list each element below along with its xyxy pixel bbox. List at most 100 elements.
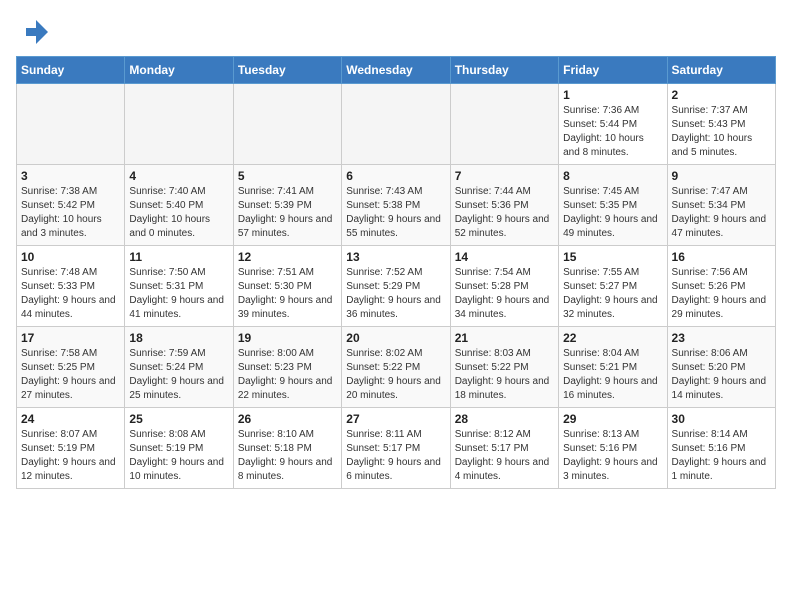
day-number: 15 bbox=[563, 250, 662, 264]
day-number: 23 bbox=[672, 331, 771, 345]
weekday-header: Tuesday bbox=[233, 57, 341, 84]
calendar-cell: 27Sunrise: 8:11 AM Sunset: 5:17 PM Dayli… bbox=[342, 408, 450, 489]
day-number: 18 bbox=[129, 331, 228, 345]
day-info: Sunrise: 7:50 AM Sunset: 5:31 PM Dayligh… bbox=[129, 266, 228, 322]
calendar-cell: 14 Sunrise: 7:54 AM Sunset: 5:28 PM Dayli… bbox=[450, 246, 558, 327]
day-number: 11 bbox=[129, 250, 228, 264]
day-info: Sunrise: 7:51 AM Sunset: 5:30 PM Dayligh… bbox=[238, 266, 337, 322]
calendar-cell: 30 Sunrise: 8:14 AM Sunset: 5:16 PM Dayli… bbox=[667, 408, 775, 489]
day-number: 9 bbox=[672, 169, 771, 183]
day-number: 27 bbox=[346, 412, 445, 426]
calendar-cell: 26 Sunrise: 8:10 AM Sunset: 5:18 PM Dayli… bbox=[233, 408, 341, 489]
calendar-cell: 19Sunrise: 8:00 AM Sunset: 5:23 PM Dayli… bbox=[233, 327, 341, 408]
weekday-header: Friday bbox=[559, 57, 667, 84]
calendar-header-row: SundayMondayTuesdayWednesdayThursdayFrid… bbox=[17, 57, 776, 84]
calendar-cell: 2 Sunrise: 7:37 AM Sunset: 5:43 PM Daylig… bbox=[667, 84, 775, 165]
day-number: 5 bbox=[238, 169, 337, 183]
calendar-week-row: 1 Sunrise: 7:36 AM Sunset: 5:44 PM Daylig… bbox=[17, 84, 776, 165]
day-info: Sunrise: 7:56 AM Sunset: 5:26 PM Dayligh… bbox=[672, 266, 771, 322]
calendar-cell: 6 Sunrise: 7:43 AM Sunset: 5:38 PM Daylig… bbox=[342, 165, 450, 246]
day-number: 16 bbox=[672, 250, 771, 264]
day-number: 7 bbox=[455, 169, 554, 183]
page-header bbox=[16, 16, 776, 48]
day-info: Sunrise: 8:07 AM Sunset: 5:19 PM Dayligh… bbox=[21, 428, 120, 484]
calendar-cell: 4Sunrise: 7:40 AM Sunset: 5:40 PM Daylig… bbox=[125, 165, 233, 246]
day-info: Sunrise: 7:40 AM Sunset: 5:40 PM Dayligh… bbox=[129, 185, 228, 241]
calendar-cell: 25Sunrise: 8:08 AM Sunset: 5:19 PM Dayli… bbox=[125, 408, 233, 489]
day-info: Sunrise: 8:13 AM Sunset: 5:16 PM Dayligh… bbox=[563, 428, 662, 484]
logo-icon bbox=[16, 16, 48, 48]
day-info: Sunrise: 7:54 AM Sunset: 5:28 PM Dayligh… bbox=[455, 266, 554, 322]
day-number: 1 bbox=[563, 88, 662, 102]
day-info: Sunrise: 7:52 AM Sunset: 5:29 PM Dayligh… bbox=[346, 266, 445, 322]
day-number: 14 bbox=[455, 250, 554, 264]
day-number: 12 bbox=[238, 250, 337, 264]
day-info: Sunrise: 7:55 AM Sunset: 5:27 PM Dayligh… bbox=[563, 266, 662, 322]
day-info: Sunrise: 8:02 AM Sunset: 5:22 PM Dayligh… bbox=[346, 347, 445, 403]
day-info: Sunrise: 7:37 AM Sunset: 5:43 PM Dayligh… bbox=[672, 104, 771, 160]
weekday-header: Wednesday bbox=[342, 57, 450, 84]
calendar-week-row: 10 Sunrise: 7:48 AM Sunset: 5:33 PM Dayli… bbox=[17, 246, 776, 327]
calendar-cell: 16 Sunrise: 7:56 AM Sunset: 5:26 PM Dayli… bbox=[667, 246, 775, 327]
calendar-cell: 13 Sunrise: 7:52 AM Sunset: 5:29 PM Dayli… bbox=[342, 246, 450, 327]
day-info: Sunrise: 7:38 AM Sunset: 5:42 PM Dayligh… bbox=[21, 185, 120, 241]
weekday-header: Thursday bbox=[450, 57, 558, 84]
calendar-cell: 24 Sunrise: 8:07 AM Sunset: 5:19 PM Dayli… bbox=[17, 408, 125, 489]
calendar-cell: 20 Sunrise: 8:02 AM Sunset: 5:22 PM Dayli… bbox=[342, 327, 450, 408]
calendar-cell: 5 Sunrise: 7:41 AM Sunset: 5:39 PM Daylig… bbox=[233, 165, 341, 246]
calendar-cell: 22 Sunrise: 8:04 AM Sunset: 5:21 PM Dayli… bbox=[559, 327, 667, 408]
day-info: Sunrise: 7:44 AM Sunset: 5:36 PM Dayligh… bbox=[455, 185, 554, 241]
day-number: 30 bbox=[672, 412, 771, 426]
calendar-cell bbox=[17, 84, 125, 165]
day-info: Sunrise: 8:03 AM Sunset: 5:22 PM Dayligh… bbox=[455, 347, 554, 403]
calendar-cell: 11 Sunrise: 7:50 AM Sunset: 5:31 PM Dayli… bbox=[125, 246, 233, 327]
weekday-header: Monday bbox=[125, 57, 233, 84]
day-number: 10 bbox=[21, 250, 120, 264]
day-number: 13 bbox=[346, 250, 445, 264]
weekday-header: Sunday bbox=[17, 57, 125, 84]
calendar-cell bbox=[125, 84, 233, 165]
day-info: Sunrise: 8:14 AM Sunset: 5:16 PM Dayligh… bbox=[672, 428, 771, 484]
day-info: Sunrise: 7:47 AM Sunset: 5:34 PM Dayligh… bbox=[672, 185, 771, 241]
day-number: 2 bbox=[672, 88, 771, 102]
calendar-cell: 12 Sunrise: 7:51 AM Sunset: 5:30 PM Dayli… bbox=[233, 246, 341, 327]
calendar-cell: 10 Sunrise: 7:48 AM Sunset: 5:33 PM Dayli… bbox=[17, 246, 125, 327]
day-number: 21 bbox=[455, 331, 554, 345]
calendar-cell: 28 Sunrise: 8:12 AM Sunset: 5:17 PM Dayli… bbox=[450, 408, 558, 489]
calendar-cell: 23 Sunrise: 8:06 AM Sunset: 5:20 PM Dayli… bbox=[667, 327, 775, 408]
calendar-cell: 1 Sunrise: 7:36 AM Sunset: 5:44 PM Daylig… bbox=[559, 84, 667, 165]
day-number: 29 bbox=[563, 412, 662, 426]
day-info: Sunrise: 8:10 AM Sunset: 5:18 PM Dayligh… bbox=[238, 428, 337, 484]
day-number: 19 bbox=[238, 331, 337, 345]
day-number: 6 bbox=[346, 169, 445, 183]
day-info: Sunrise: 8:12 AM Sunset: 5:17 PM Dayligh… bbox=[455, 428, 554, 484]
day-info: Sunrise: 7:48 AM Sunset: 5:33 PM Dayligh… bbox=[21, 266, 120, 322]
day-number: 28 bbox=[455, 412, 554, 426]
day-number: 22 bbox=[563, 331, 662, 345]
calendar-cell: 3Sunrise: 7:38 AM Sunset: 5:42 PM Daylig… bbox=[17, 165, 125, 246]
calendar-cell: 17Sunrise: 7:58 AM Sunset: 5:25 PM Dayli… bbox=[17, 327, 125, 408]
day-info: Sunrise: 8:06 AM Sunset: 5:20 PM Dayligh… bbox=[672, 347, 771, 403]
day-number: 24 bbox=[21, 412, 120, 426]
calendar-cell: 18Sunrise: 7:59 AM Sunset: 5:24 PM Dayli… bbox=[125, 327, 233, 408]
calendar-week-row: 3Sunrise: 7:38 AM Sunset: 5:42 PM Daylig… bbox=[17, 165, 776, 246]
calendar-cell bbox=[342, 84, 450, 165]
day-info: Sunrise: 7:36 AM Sunset: 5:44 PM Dayligh… bbox=[563, 104, 662, 160]
calendar-cell: 7 Sunrise: 7:44 AM Sunset: 5:36 PM Daylig… bbox=[450, 165, 558, 246]
day-info: Sunrise: 7:43 AM Sunset: 5:38 PM Dayligh… bbox=[346, 185, 445, 241]
day-info: Sunrise: 8:04 AM Sunset: 5:21 PM Dayligh… bbox=[563, 347, 662, 403]
calendar-table: SundayMondayTuesdayWednesdayThursdayFrid… bbox=[16, 56, 776, 489]
calendar-cell: 15 Sunrise: 7:55 AM Sunset: 5:27 PM Dayli… bbox=[559, 246, 667, 327]
calendar-cell bbox=[233, 84, 341, 165]
day-number: 17 bbox=[21, 331, 120, 345]
day-info: Sunrise: 7:41 AM Sunset: 5:39 PM Dayligh… bbox=[238, 185, 337, 241]
day-info: Sunrise: 7:45 AM Sunset: 5:35 PM Dayligh… bbox=[563, 185, 662, 241]
calendar-cell: 29 Sunrise: 8:13 AM Sunset: 5:16 PM Dayli… bbox=[559, 408, 667, 489]
weekday-header: Saturday bbox=[667, 57, 775, 84]
day-number: 26 bbox=[238, 412, 337, 426]
calendar-week-row: 17Sunrise: 7:58 AM Sunset: 5:25 PM Dayli… bbox=[17, 327, 776, 408]
calendar-cell: 8Sunrise: 7:45 AM Sunset: 5:35 PM Daylig… bbox=[559, 165, 667, 246]
calendar-week-row: 24 Sunrise: 8:07 AM Sunset: 5:19 PM Dayli… bbox=[17, 408, 776, 489]
day-number: 20 bbox=[346, 331, 445, 345]
calendar-cell bbox=[450, 84, 558, 165]
